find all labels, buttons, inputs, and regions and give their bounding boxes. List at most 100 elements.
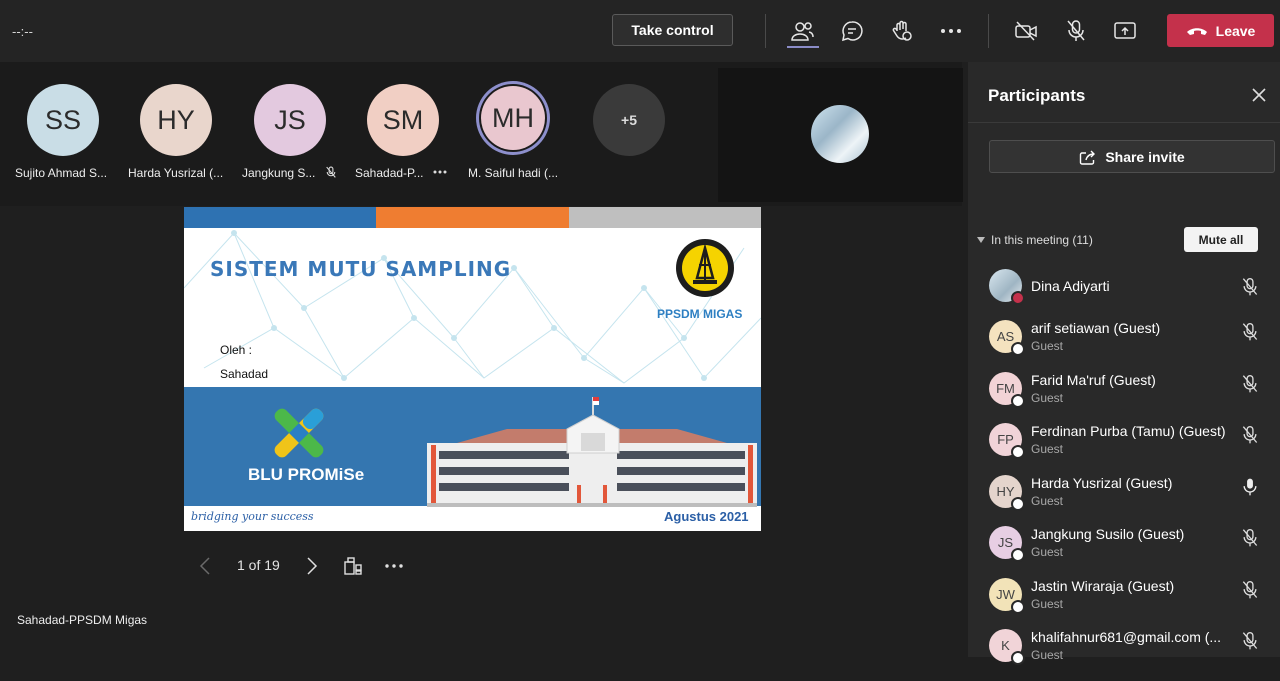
- slide-title: SISTEM MUTU SAMPLING: [210, 257, 512, 281]
- list-item[interactable]: HY Harda Yusrizal (Guest) Guest: [968, 475, 1280, 527]
- chevron-down-icon: [977, 237, 985, 243]
- next-slide-icon[interactable]: [306, 557, 318, 575]
- mic-off-icon[interactable]: [1240, 374, 1260, 394]
- participant-role: Guest: [1031, 597, 1064, 611]
- slide-pager: 1 of 19: [184, 548, 434, 584]
- self-video-tile[interactable]: [718, 68, 963, 202]
- share-invite-button[interactable]: Share invite: [989, 140, 1275, 173]
- more-actions-button[interactable]: [936, 16, 966, 46]
- speaking-ring-gap: MH: [479, 84, 547, 152]
- participant-role: Guest: [1031, 391, 1064, 405]
- meeting-timer: --:--: [12, 24, 33, 39]
- participant-name: arif setiawan (Guest): [1031, 320, 1161, 336]
- toolbar-divider: [988, 14, 989, 48]
- slide-author: Sahadad: [220, 367, 269, 381]
- avatar: MH: [481, 86, 545, 150]
- in-meeting-label: In this meeting (11): [991, 233, 1093, 247]
- mic-off-icon: [326, 166, 336, 178]
- list-item[interactable]: AS arif setiawan (Guest) Guest: [968, 320, 1280, 372]
- camera-off-icon: [1015, 21, 1037, 41]
- mic-off-icon[interactable]: [1240, 425, 1260, 445]
- status-badge: [1011, 548, 1025, 562]
- panel-divider: [968, 122, 1280, 123]
- list-item[interactable]: FM Farid Ma'ruf (Guest) Guest: [968, 372, 1280, 424]
- mute-all-button[interactable]: Mute all: [1184, 227, 1258, 252]
- avatar: SM: [367, 84, 439, 156]
- mic-off-icon[interactable]: [1240, 277, 1260, 297]
- participant-name: Jangkung S...: [242, 166, 316, 180]
- more-icon: [941, 29, 961, 33]
- participant-role: Guest: [1031, 339, 1064, 353]
- list-item[interactable]: K khalifahnur681@gmail.com (... Guest: [968, 629, 1280, 681]
- share-screen-icon: [1114, 22, 1136, 39]
- participants-active-indicator: [787, 46, 819, 48]
- more-icon[interactable]: [385, 564, 403, 568]
- status-badge: [1011, 651, 1025, 665]
- slide-bar-orange: [376, 207, 569, 228]
- camera-button[interactable]: [1011, 16, 1041, 46]
- take-control-button[interactable]: Take control: [612, 14, 733, 46]
- gallery-tile[interactable]: JS Jangkung S...: [234, 62, 346, 206]
- avatar: SS: [27, 84, 99, 156]
- meeting-toolbar: --:-- Take control Leave: [0, 0, 1280, 62]
- avatar: JS: [254, 84, 326, 156]
- participant-name: khalifahnur681@gmail.com (...: [1031, 629, 1222, 645]
- share-invite-label: Share invite: [1105, 148, 1185, 165]
- list-item[interactable]: Dina Adiyarti: [968, 269, 1280, 321]
- mic-off-icon: [1067, 20, 1085, 41]
- blu-promise-logo-icon: [274, 408, 324, 458]
- page-indicator: 1 of 19: [237, 557, 280, 573]
- list-item[interactable]: JW Jastin Wiraraja (Guest) Guest: [968, 578, 1280, 630]
- chat-button[interactable]: [837, 16, 867, 46]
- gallery-tile[interactable]: SM Sahadad-P...: [347, 62, 459, 206]
- mic-off-icon[interactable]: [1240, 631, 1260, 651]
- status-badge: [1011, 394, 1025, 408]
- close-icon[interactable]: [1249, 85, 1269, 105]
- slide-grid-icon[interactable]: [343, 556, 363, 576]
- slide-oleh-label: Oleh :: [220, 343, 253, 357]
- status-badge: [1011, 445, 1025, 459]
- mic-off-icon[interactable]: [1240, 580, 1260, 600]
- gallery-overflow-tile[interactable]: +5: [573, 62, 685, 206]
- hang-up-icon: [1186, 27, 1207, 35]
- status-badge: [1011, 497, 1025, 511]
- in-meeting-section-toggle[interactable]: In this meeting (11): [977, 233, 1093, 247]
- participant-name: M. Saiful hadi (...: [468, 166, 559, 180]
- participant-name: Dina Adiyarti: [1031, 278, 1110, 294]
- mic-off-icon[interactable]: [1240, 322, 1260, 342]
- more-icon[interactable]: [433, 170, 447, 174]
- panel-title: Participants: [988, 86, 1086, 105]
- share-screen-button[interactable]: [1110, 16, 1140, 46]
- previous-slide-icon[interactable]: [199, 557, 211, 575]
- list-item[interactable]: FP Ferdinan Purba (Tamu) (Guest) Guest: [968, 423, 1280, 475]
- participant-name: Harda Yusrizal (Guest): [1031, 475, 1173, 491]
- reactions-button[interactable]: [887, 16, 917, 46]
- people-icon: [791, 22, 814, 41]
- participant-name: Ferdinan Purba (Tamu) (Guest): [1031, 423, 1226, 439]
- chat-icon: [842, 21, 863, 42]
- participants-button[interactable]: [787, 16, 817, 46]
- presenter-name: Sahadad-PPSDM Migas: [17, 613, 148, 627]
- status-badge: [1011, 291, 1025, 305]
- list-item[interactable]: JS Jangkung Susilo (Guest) Guest: [968, 526, 1280, 578]
- shared-slide: SISTEM MUTU SAMPLING PPSDM MIGAS Oleh : …: [184, 207, 761, 531]
- mic-on-icon[interactable]: [1240, 477, 1260, 497]
- gallery-tile-speaking[interactable]: MH M. Saiful hadi (...: [459, 62, 571, 206]
- participant-name: Jastin Wiraraja (Guest): [1031, 578, 1175, 594]
- participants-panel: Participants Share invite In this meetin…: [968, 62, 1280, 665]
- mic-button[interactable]: [1061, 16, 1091, 46]
- gallery-tile[interactable]: HY Harda Yusrizal (...: [120, 62, 232, 206]
- overflow-count: +5: [593, 84, 665, 156]
- gallery-tile[interactable]: SS Sujito Ahmad S...: [7, 62, 119, 206]
- leave-button[interactable]: Leave: [1167, 14, 1274, 47]
- avatar: HY: [140, 84, 212, 156]
- self-avatar: [811, 105, 869, 163]
- toolbar-divider: [765, 14, 766, 48]
- participant-name: Sahadad-P...: [355, 166, 424, 180]
- mic-off-icon[interactable]: [1240, 528, 1260, 548]
- participant-role: Guest: [1031, 442, 1064, 456]
- slide-date: Agustus 2021: [664, 509, 749, 524]
- participant-name: Sujito Ahmad S...: [15, 166, 108, 180]
- participant-role: Guest: [1031, 494, 1064, 508]
- participant-role: Guest: [1031, 648, 1064, 662]
